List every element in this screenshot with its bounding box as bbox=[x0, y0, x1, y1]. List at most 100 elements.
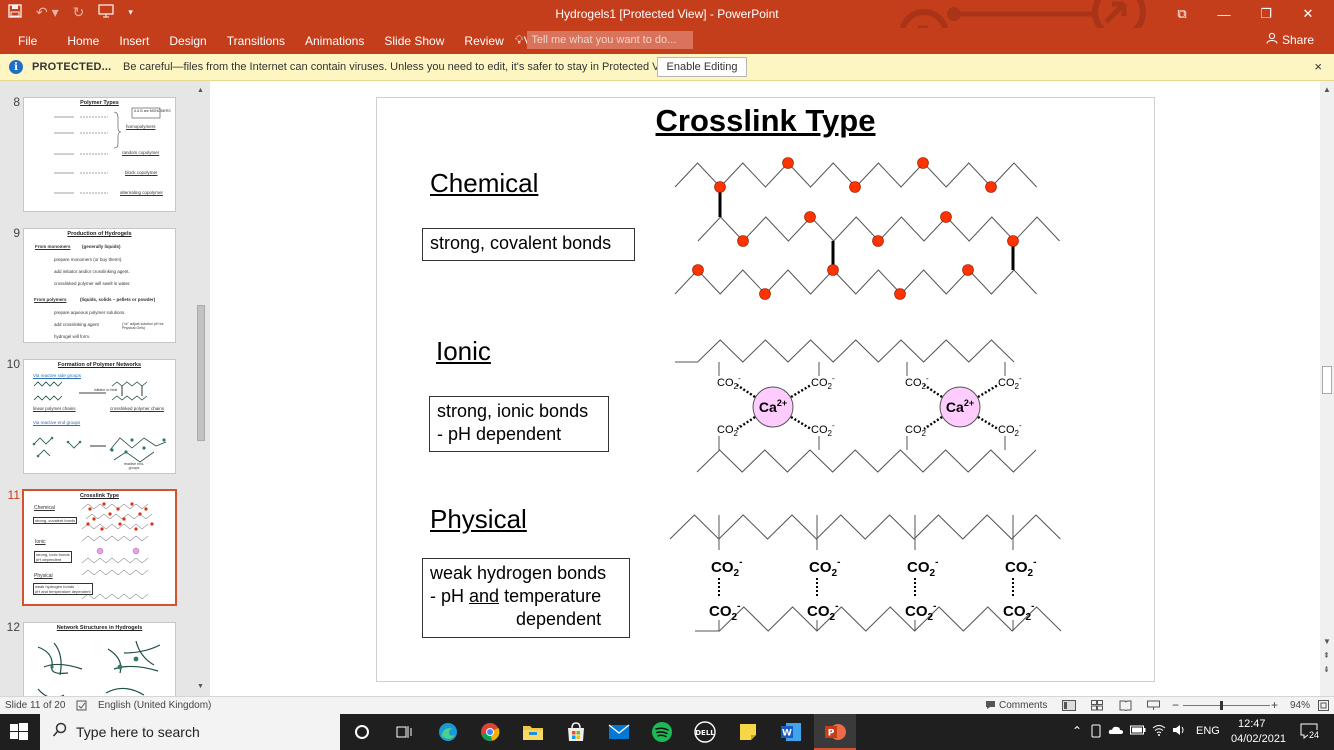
thumb-text: alternating copolymer bbox=[120, 190, 164, 195]
previous-slide-icon[interactable]: ⇞ bbox=[1323, 651, 1330, 660]
slide-thumbnail-8[interactable]: Polymer Types homopolymers random copoly… bbox=[23, 97, 176, 212]
crosslink-site-dot bbox=[917, 157, 929, 169]
thumb-number: 10 bbox=[6, 357, 20, 371]
language-indicator[interactable]: English (United Kingdom) bbox=[98, 700, 211, 711]
fit-slide-icon[interactable] bbox=[1318, 700, 1329, 714]
search-placeholder: Type here to search bbox=[76, 724, 200, 740]
current-slide[interactable]: Crosslink Type Chemical strong, covalent… bbox=[376, 97, 1155, 682]
protected-message: Be careful—files from the Internet can c… bbox=[123, 61, 679, 73]
zoom-slider-knob[interactable] bbox=[1220, 701, 1223, 710]
zoom-out-icon[interactable]: − bbox=[1172, 698, 1179, 712]
tab-review[interactable]: Review bbox=[454, 32, 513, 50]
tab-design[interactable]: Design bbox=[159, 32, 216, 50]
clock-time[interactable]: 12:47 bbox=[1238, 718, 1266, 730]
enable-editing-button[interactable]: Enable Editing bbox=[657, 57, 747, 77]
meet-now-icon[interactable] bbox=[1090, 724, 1102, 741]
minimize-icon[interactable]: — bbox=[1204, 2, 1244, 26]
chrome-browser-icon[interactable] bbox=[478, 720, 502, 744]
crosslink-site-dot bbox=[804, 211, 816, 223]
tab-animations[interactable]: Animations bbox=[295, 32, 374, 50]
tell-me-input[interactable] bbox=[527, 31, 694, 49]
scroll-down-icon[interactable]: ▼ bbox=[1323, 637, 1331, 646]
spelling-icon[interactable] bbox=[76, 700, 88, 714]
carboxylate-label: CO2- bbox=[905, 374, 929, 391]
input-language[interactable]: ENG bbox=[1196, 725, 1220, 737]
slide-thumbnail-9[interactable]: Production of Hydrogels From monomers (g… bbox=[23, 228, 176, 343]
slide-sorter-icon[interactable] bbox=[1091, 700, 1103, 714]
next-slide-icon[interactable]: ⇟ bbox=[1323, 665, 1330, 674]
comments-button[interactable]: Comments bbox=[999, 700, 1047, 711]
scroll-up-icon[interactable]: ▲ bbox=[1323, 85, 1331, 94]
scrollbar-thumb[interactable] bbox=[1322, 366, 1332, 394]
protected-label: PROTECTED... bbox=[32, 61, 112, 73]
thumb-text: homopolymers bbox=[126, 124, 156, 129]
editor-scrollbar[interactable]: ▲ ▼ ⇞ ⇟ bbox=[1320, 81, 1334, 696]
thumbnail-scrollbar[interactable]: ▲ ▼ bbox=[195, 85, 207, 693]
scroll-down-icon[interactable]: ▼ bbox=[197, 683, 204, 690]
battery-icon[interactable] bbox=[1130, 725, 1146, 738]
clock-date[interactable]: 04/02/2021 bbox=[1231, 733, 1286, 745]
word-icon[interactable]: W bbox=[779, 720, 803, 744]
close-icon[interactable]: ✕ bbox=[1288, 2, 1328, 26]
zoom-level[interactable]: 94% bbox=[1290, 700, 1310, 711]
crosslink-site-dot bbox=[894, 288, 906, 300]
thumb-text: From monomers bbox=[35, 244, 71, 249]
crosslink-site-dot bbox=[940, 211, 952, 223]
crosslink-site-dot bbox=[849, 181, 861, 193]
reading-view-icon[interactable] bbox=[1119, 700, 1132, 714]
mail-icon[interactable] bbox=[607, 720, 631, 744]
zoom-slider[interactable] bbox=[1183, 705, 1270, 706]
carboxylate-label: CO2- bbox=[811, 374, 835, 391]
edge-browser-icon[interactable] bbox=[436, 720, 460, 744]
microsoft-store-icon[interactable] bbox=[564, 720, 588, 744]
volume-icon[interactable] bbox=[1172, 724, 1186, 739]
share-label: Share bbox=[1281, 32, 1314, 47]
lightbulb-icon: 💡︎ bbox=[515, 32, 524, 47]
show-hidden-icons-icon[interactable]: ⌃ bbox=[1072, 724, 1082, 738]
tab-slide-show[interactable]: Slide Show bbox=[374, 32, 454, 50]
slide-thumbnail-10[interactable]: Formation of Polymer Networks Via reacti… bbox=[23, 359, 176, 474]
crosslink-site-dot bbox=[714, 181, 726, 193]
ionic-bond bbox=[790, 383, 812, 399]
thumb-text: crosslinked polymer chains bbox=[110, 406, 165, 411]
carboxylate-label: CO2- bbox=[811, 421, 835, 438]
tab-transitions[interactable]: Transitions bbox=[217, 32, 295, 50]
dell-icon[interactable]: DELL bbox=[693, 720, 717, 744]
wifi-icon[interactable] bbox=[1152, 724, 1166, 739]
slide-thumbnail-11[interactable]: Crosslink Type Chemical strong, covalent… bbox=[22, 489, 177, 606]
share-button[interactable]: Share bbox=[1266, 32, 1314, 47]
scrollbar-thumb[interactable] bbox=[197, 305, 205, 441]
thumb-number: 8 bbox=[13, 95, 20, 109]
file-explorer-icon[interactable] bbox=[521, 720, 545, 744]
maximize-icon[interactable]: ❐ bbox=[1246, 2, 1286, 26]
scroll-up-icon[interactable]: ▲ bbox=[197, 87, 204, 94]
tab-file[interactable]: File bbox=[8, 32, 57, 50]
zoom-in-icon[interactable]: + bbox=[1271, 698, 1278, 712]
person-icon bbox=[1266, 32, 1278, 47]
onedrive-icon[interactable] bbox=[1108, 725, 1124, 738]
slideshow-view-icon[interactable] bbox=[1147, 700, 1160, 714]
tab-home[interactable]: Home bbox=[57, 32, 109, 50]
comments-icon[interactable] bbox=[985, 700, 996, 713]
windows-start-icon[interactable] bbox=[8, 721, 30, 743]
taskbar-search-box[interactable]: Type here to search bbox=[40, 714, 340, 750]
svg-text:W: W bbox=[782, 729, 792, 739]
crosslink-site-dot bbox=[1007, 235, 1019, 247]
thumb-text: prepare aqueous polymer solutions. bbox=[54, 310, 126, 315]
tab-insert[interactable]: Insert bbox=[109, 32, 159, 50]
thumb-text: From polymers bbox=[34, 297, 67, 302]
ionic-bond bbox=[923, 384, 943, 398]
crosslink-site-dot bbox=[872, 235, 884, 247]
normal-view-icon[interactable] bbox=[1062, 700, 1076, 714]
thumb-text: prepare monomers (or buy them!). bbox=[54, 257, 123, 262]
ribbon-display-options-icon[interactable]: ⧉ bbox=[1162, 2, 1202, 26]
task-view-icon[interactable] bbox=[392, 720, 416, 744]
powerpoint-icon[interactable]: P bbox=[823, 720, 847, 744]
thumb-number: 11 bbox=[7, 488, 20, 502]
close-bar-icon[interactable]: × bbox=[1314, 59, 1322, 74]
thumb-text: Via reactive end groups bbox=[33, 420, 81, 425]
sticky-notes-icon[interactable] bbox=[736, 720, 760, 744]
carboxylate-label: CO2- bbox=[998, 374, 1022, 391]
cortana-icon[interactable] bbox=[350, 720, 374, 744]
spotify-icon[interactable] bbox=[650, 720, 674, 744]
